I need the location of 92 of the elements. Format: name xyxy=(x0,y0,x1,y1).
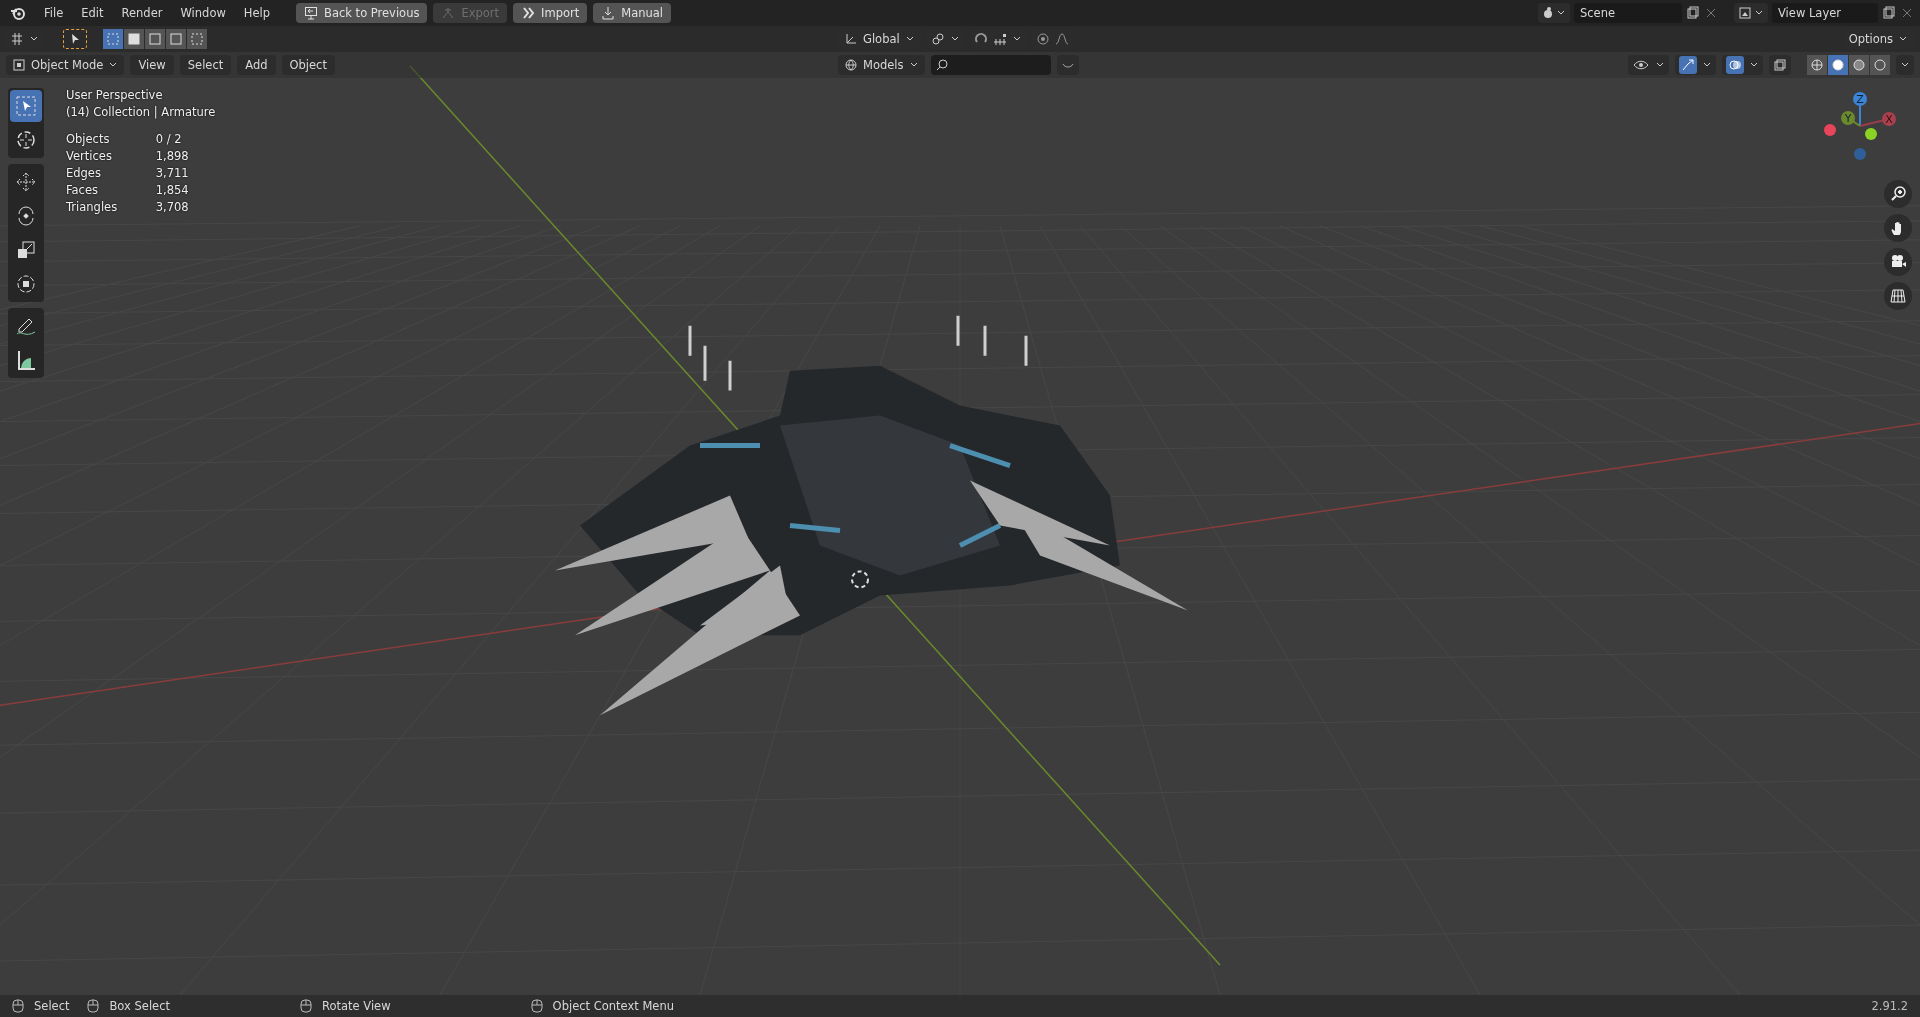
sphere-icon xyxy=(1810,58,1824,72)
mode-dropdown[interactable]: Object Mode xyxy=(6,55,125,75)
menu-item[interactable]: Help xyxy=(235,3,279,23)
shortcut-hint: Box Select xyxy=(109,999,170,1013)
selection-mode-button[interactable] xyxy=(124,29,144,49)
axis-gizmo[interactable]: Z Y X xyxy=(1820,88,1900,168)
menu-item[interactable]: Render xyxy=(113,3,171,23)
sphere-icon xyxy=(1831,58,1845,72)
shading-button[interactable] xyxy=(1807,55,1827,75)
menu-item[interactable]: Object xyxy=(281,55,335,75)
cube-icon xyxy=(12,58,26,72)
active-tool-button[interactable] xyxy=(63,29,87,49)
square-icon xyxy=(190,32,204,46)
stat-value: 3,711 xyxy=(155,166,190,180)
toolbar-button[interactable]: Back to Previous xyxy=(296,3,428,23)
mouse-icon xyxy=(530,999,543,1013)
scene-browse-button[interactable] xyxy=(1538,3,1570,23)
square-icon xyxy=(127,32,141,46)
stat-label: Edges xyxy=(66,166,102,180)
download-icon xyxy=(601,6,616,20)
grid-icon xyxy=(1889,287,1907,305)
filter-button[interactable] xyxy=(1056,55,1079,75)
visibility-dropdown[interactable] xyxy=(1628,55,1669,75)
toolbar-button[interactable]: Manual xyxy=(593,3,672,23)
arrow-icon xyxy=(1681,58,1695,72)
select-tool[interactable] xyxy=(10,90,42,122)
stat-label: Vertices xyxy=(66,149,113,163)
crosshair-icon xyxy=(14,128,38,152)
chevrons-icon xyxy=(521,6,536,20)
stat-value: 1,854 xyxy=(155,183,190,197)
mouse-icon xyxy=(300,999,312,1013)
stat-label: Objects xyxy=(66,132,111,146)
curve-icon xyxy=(1054,32,1069,46)
rings-icon xyxy=(930,32,945,46)
square-icon xyxy=(106,32,120,46)
shading-button[interactable] xyxy=(1828,55,1848,75)
context-label: (14) Collection | Armature xyxy=(66,105,216,119)
view-layer-browse-button[interactable] xyxy=(1734,3,1768,23)
close-icon[interactable] xyxy=(1704,6,1718,20)
figure-icon xyxy=(441,6,456,20)
toolbar-button[interactable]: Import xyxy=(513,3,588,23)
move-icon xyxy=(14,170,38,194)
xray-toggle[interactable] xyxy=(1769,55,1791,75)
shortcut-hint: Object Context Menu xyxy=(552,999,674,1013)
circles-icon xyxy=(1728,58,1742,72)
screen-icon xyxy=(304,6,319,20)
overlays-toggle[interactable] xyxy=(1726,56,1744,74)
menu-item[interactable]: Select xyxy=(179,55,232,75)
target-icon xyxy=(1035,32,1050,46)
stat-value: 3,708 xyxy=(155,200,190,214)
square-icon xyxy=(169,32,183,46)
gizmo-toggle[interactable] xyxy=(1679,56,1697,74)
menu-item[interactable]: Window xyxy=(172,3,234,23)
version-label: 2.91.2 xyxy=(1871,999,1908,1013)
shading-button[interactable] xyxy=(1849,55,1869,75)
globe-icon xyxy=(844,58,858,72)
menu-item[interactable]: File xyxy=(36,3,72,23)
menu-item[interactable]: Add xyxy=(237,55,276,75)
search-icon xyxy=(934,58,949,72)
scene-name-field[interactable]: Scene xyxy=(1574,3,1682,23)
blender-logo[interactable] xyxy=(10,5,26,21)
shortcut-hint: Select xyxy=(34,999,70,1013)
stat-value: 1,898 xyxy=(155,149,190,163)
selection-mode-button[interactable] xyxy=(166,29,186,49)
stat-label: Faces xyxy=(66,183,99,197)
collection-dropdown[interactable]: Models xyxy=(838,55,925,75)
shading-button[interactable] xyxy=(1870,55,1890,75)
search-field[interactable] xyxy=(930,55,1051,75)
square-icon xyxy=(148,32,162,46)
selection-mode-button[interactable] xyxy=(187,29,207,49)
menu-item[interactable]: View xyxy=(130,55,174,75)
selection-mode-button[interactable] xyxy=(145,29,165,49)
eye-icon xyxy=(1632,58,1650,72)
stat-label: Triangles xyxy=(66,200,119,214)
zoom-icon xyxy=(1889,185,1907,203)
layers-icon xyxy=(1738,6,1752,20)
view-layer-name-field[interactable]: View Layer xyxy=(1772,3,1878,23)
sphere-icon xyxy=(1873,58,1887,72)
transform-icon xyxy=(14,272,38,296)
menu-item[interactable]: Edit xyxy=(73,3,112,23)
stat-value: 0 / 2 xyxy=(155,132,183,146)
scene-icon xyxy=(1542,6,1554,20)
sphere-icon xyxy=(1852,58,1866,72)
increment-icon xyxy=(992,32,1007,46)
mouse-icon xyxy=(12,999,24,1013)
squares-icon xyxy=(1773,58,1787,72)
duplicate-icon[interactable] xyxy=(1882,6,1896,20)
shortcut-hint: Rotate View xyxy=(322,999,391,1013)
duplicate-icon[interactable] xyxy=(1686,6,1700,20)
close-icon[interactable] xyxy=(1900,6,1914,20)
mouse-icon xyxy=(87,999,100,1013)
view-name: User Perspective xyxy=(66,88,164,102)
